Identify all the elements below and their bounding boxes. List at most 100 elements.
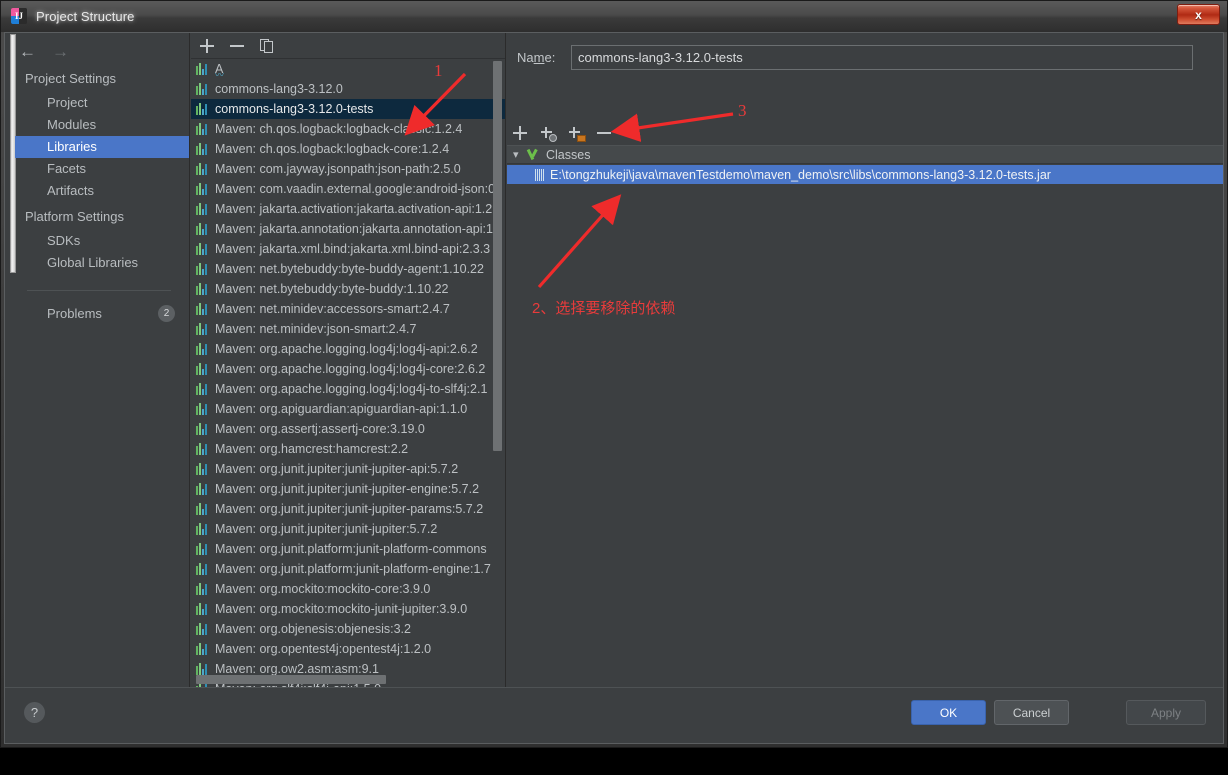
library-list-item[interactable]: Maven: net.bytebuddy:byte-buddy-agent:1.… bbox=[191, 259, 505, 279]
library-item-label: commons-lang3-3.12.0 bbox=[215, 82, 343, 96]
jar-icon bbox=[535, 169, 544, 181]
classes-section-header[interactable]: ▾ Classes bbox=[507, 145, 1223, 164]
library-list-item[interactable]: Maven: jakarta.annotation:jakarta.annota… bbox=[191, 219, 505, 239]
library-icon bbox=[196, 583, 209, 595]
library-item-label: Maven: org.assertj:assertj-core:3.19.0 bbox=[215, 422, 425, 436]
sidebar-item-project[interactable]: Project bbox=[5, 92, 189, 114]
library-icon bbox=[196, 163, 209, 175]
library-list-item[interactable]: Maven: net.minidev:json-smart:2.4.7 bbox=[191, 319, 505, 339]
dialog-footer: ? OK Cancel Apply bbox=[5, 687, 1223, 743]
library-list-item[interactable]: Maven: org.junit.jupiter:junit-jupiter:5… bbox=[191, 519, 505, 539]
library-icon bbox=[196, 303, 209, 315]
copy-icon[interactable] bbox=[259, 38, 275, 54]
minus-icon[interactable] bbox=[596, 125, 612, 141]
library-list-item[interactable]: Maven: org.opentest4j:opentest4j:1.2.0 bbox=[191, 639, 505, 659]
library-list-item[interactable]: Maven: org.apiguardian:apiguardian-api:1… bbox=[191, 399, 505, 419]
plus-icon[interactable] bbox=[512, 125, 528, 141]
library-name-row: Name: bbox=[507, 33, 1223, 81]
library-icon bbox=[196, 283, 209, 295]
library-item-label: Maven: org.objenesis:objenesis:3.2 bbox=[215, 622, 411, 636]
library-list-item[interactable]: Maven: org.junit.jupiter:junit-jupiter-a… bbox=[191, 459, 505, 479]
jar-path-label: E:\tongzhukeji\java\mavenTestdemo\maven_… bbox=[550, 168, 1051, 182]
ok-button[interactable]: OK bbox=[911, 700, 986, 725]
libraries-horizontal-scrollbar[interactable] bbox=[196, 675, 386, 684]
sidebar-item-label: Problems bbox=[47, 306, 102, 321]
plus-icon[interactable] bbox=[199, 38, 215, 54]
name-label: Name: bbox=[517, 50, 571, 65]
plus-globe-icon[interactable] bbox=[540, 125, 556, 141]
classes-jar-row[interactable]: E:\tongzhukeji\java\mavenTestdemo\maven_… bbox=[507, 165, 1223, 184]
library-icon bbox=[196, 503, 209, 515]
library-icon bbox=[196, 623, 209, 635]
project-structure-dialog: IJ Project Structure x ← → Project Setti… bbox=[0, 0, 1228, 748]
sidebar-group-project-settings: Project Settings bbox=[5, 64, 189, 92]
library-icon bbox=[196, 243, 209, 255]
library-list-item[interactable]: Maven: jakarta.xml.bind:jakarta.xml.bind… bbox=[191, 239, 505, 259]
library-list-item[interactable]: Maven: org.junit.jupiter:junit-jupiter-e… bbox=[191, 479, 505, 499]
help-icon[interactable]: ? bbox=[24, 702, 45, 723]
classes-root-icon bbox=[527, 148, 542, 161]
window-title: Project Structure bbox=[36, 9, 135, 24]
library-icon bbox=[196, 483, 209, 495]
close-icon[interactable]: x bbox=[1177, 4, 1220, 25]
sidebar-item-modules[interactable]: Modules bbox=[5, 114, 189, 136]
plus-folder-icon[interactable] bbox=[568, 125, 584, 141]
chevron-down-icon[interactable]: ▾ bbox=[513, 148, 527, 161]
library-item-label: Maven: jakarta.activation:jakarta.activa… bbox=[215, 202, 492, 216]
library-list-item[interactable]: Maven: ch.qos.logback:logback-core:1.2.4 bbox=[191, 139, 505, 159]
sidebar-divider bbox=[27, 290, 171, 291]
library-icon bbox=[196, 463, 209, 475]
library-list-item[interactable]: Maven: ch.qos.logback:logback-classic:1.… bbox=[191, 119, 505, 139]
sidebar-item-libraries[interactable]: Libraries bbox=[15, 136, 189, 158]
libraries-vertical-scrollbar[interactable] bbox=[493, 61, 502, 451]
library-list-item[interactable]: Maven: com.jayway.jsonpath:json-path:2.5… bbox=[191, 159, 505, 179]
sidebar-item-global-libraries[interactable]: Global Libraries bbox=[5, 252, 189, 274]
library-list-item[interactable]: Maven: org.apache.logging.log4j:log4j-to… bbox=[191, 379, 505, 399]
sidebar-item-facets[interactable]: Facets bbox=[5, 158, 189, 180]
library-item-label: Maven: org.junit.jupiter:junit-jupiter:5… bbox=[215, 522, 437, 536]
forward-arrow-icon[interactable]: → bbox=[52, 43, 69, 60]
library-icon bbox=[196, 603, 209, 615]
library-item-label: Maven: org.mockito:mockito-junit-jupiter… bbox=[215, 602, 467, 616]
libraries-panel: A〰 commons-lang3-3.12.0 commons-lang3-3.12… bbox=[191, 33, 506, 687]
apply-button[interactable]: Apply bbox=[1126, 700, 1206, 725]
library-name-input[interactable] bbox=[571, 45, 1193, 70]
dialog-content: ← → Project Settings Project Modules Lib… bbox=[4, 32, 1224, 744]
library-icon bbox=[196, 563, 209, 575]
library-item-label: Maven: org.apiguardian:apiguardian-api:1… bbox=[215, 402, 467, 416]
library-list-item[interactable]: Maven: com.vaadin.external.google:androi… bbox=[191, 179, 505, 199]
minus-icon[interactable] bbox=[229, 38, 245, 54]
library-list-item[interactable]: commons-lang3-3.12.0-tests bbox=[191, 99, 505, 119]
libraries-list[interactable]: A〰 commons-lang3-3.12.0 commons-lang3-3.12… bbox=[191, 59, 505, 687]
sidebar-item-label: Artifacts bbox=[47, 180, 94, 202]
library-item-label: Maven: org.hamcrest:hamcrest:2.2 bbox=[215, 442, 408, 456]
library-list-item[interactable]: Maven: net.minidev:accessors-smart:2.4.7 bbox=[191, 299, 505, 319]
library-item-label: Maven: org.junit.jupiter:junit-jupiter-e… bbox=[215, 482, 479, 496]
sidebar-item-artifacts[interactable]: Artifacts bbox=[5, 180, 189, 202]
library-list-item[interactable]: Maven: jakarta.activation:jakarta.activa… bbox=[191, 199, 505, 219]
library-list-item[interactable]: Maven: org.junit.platform:junit-platform… bbox=[191, 539, 505, 559]
sidebar-item-problems[interactable]: Problems 2 bbox=[5, 302, 189, 324]
library-list-item[interactable]: Maven: org.mockito:mockito-junit-jupiter… bbox=[191, 599, 505, 619]
cancel-button[interactable]: Cancel bbox=[994, 700, 1069, 725]
library-list-item[interactable]: Maven: org.mockito:mockito-core:3.9.0 bbox=[191, 579, 505, 599]
library-list-item[interactable]: Maven: org.apache.logging.log4j:log4j-co… bbox=[191, 359, 505, 379]
library-list-item[interactable]: Maven: org.hamcrest:hamcrest:2.2 bbox=[191, 439, 505, 459]
sidebar-item-label: SDKs bbox=[47, 230, 80, 252]
library-list-item[interactable]: Maven: org.apache.logging.log4j:log4j-ap… bbox=[191, 339, 505, 359]
library-list-item[interactable]: Maven: org.objenesis:objenesis:3.2 bbox=[191, 619, 505, 639]
library-list-item[interactable]: A〰 bbox=[191, 59, 505, 79]
library-list-item[interactable]: Maven: org.junit.jupiter:junit-jupiter-p… bbox=[191, 499, 505, 519]
library-list-item[interactable]: Maven: org.junit.platform:junit-platform… bbox=[191, 559, 505, 579]
library-roots-toolbar bbox=[512, 121, 612, 145]
back-arrow-icon[interactable]: ← bbox=[19, 43, 36, 60]
library-item-label: Maven: com.jayway.jsonpath:json-path:2.5… bbox=[215, 162, 461, 176]
sidebar-item-sdks[interactable]: SDKs bbox=[5, 230, 189, 252]
library-list-item[interactable]: commons-lang3-3.12.0 bbox=[191, 79, 505, 99]
library-detail-panel: Name: ▾ C bbox=[507, 33, 1223, 687]
library-item-label: Maven: org.apache.logging.log4j:log4j-ap… bbox=[215, 342, 478, 356]
library-list-item[interactable]: Maven: net.bytebuddy:byte-buddy:1.10.22 bbox=[191, 279, 505, 299]
sidebar-item-label: Facets bbox=[47, 158, 86, 180]
library-list-item[interactable]: Maven: org.assertj:assertj-core:3.19.0 bbox=[191, 419, 505, 439]
library-icon bbox=[196, 183, 209, 195]
